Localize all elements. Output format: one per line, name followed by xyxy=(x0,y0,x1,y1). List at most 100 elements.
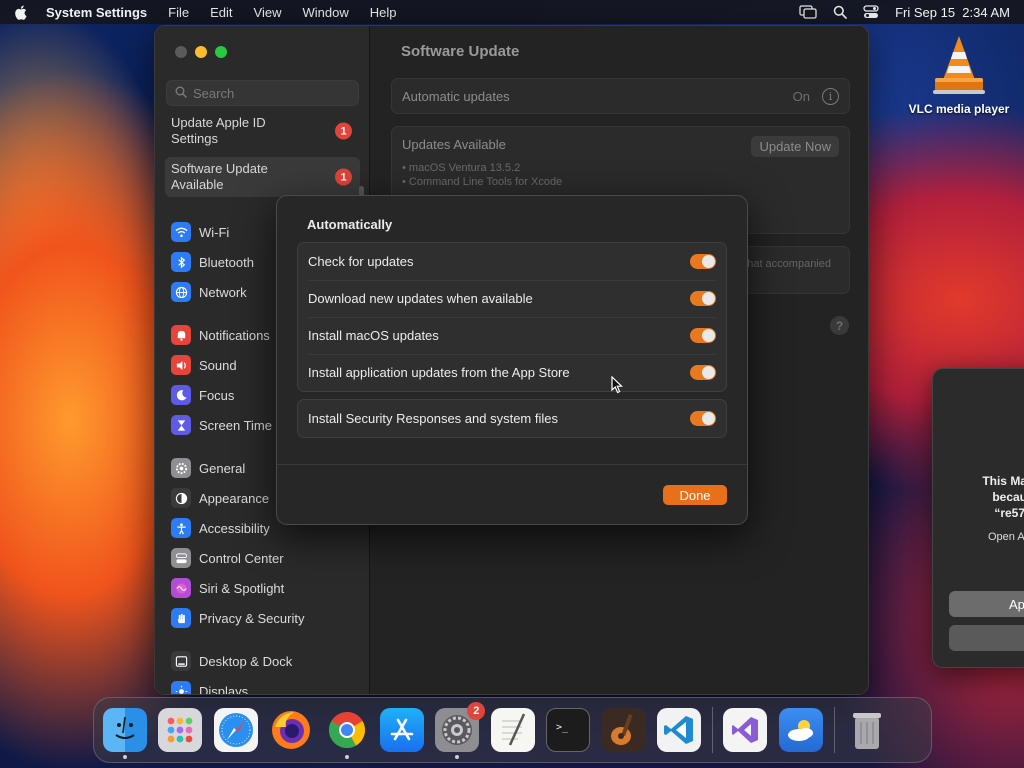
running-indicator xyxy=(455,755,460,759)
menu-app-name[interactable]: System Settings xyxy=(46,5,147,20)
dock-vscode[interactable] xyxy=(656,708,701,752)
dock-finder[interactable] xyxy=(103,708,147,759)
svg-text:>_: >_ xyxy=(556,722,569,733)
search-placeholder: Search xyxy=(193,85,235,101)
hand-icon xyxy=(171,608,191,628)
menu-bar: System Settings File Edit View Window He… xyxy=(0,0,1024,24)
update-item: • macOS Ventura 13.5.2 xyxy=(402,162,521,174)
dock-weather[interactable] xyxy=(778,708,823,752)
wifi-icon xyxy=(171,222,191,242)
launchpad-icon xyxy=(167,717,193,743)
menu-file[interactable]: File xyxy=(168,5,189,20)
updates-list: • macOS Ventura 13.5.2 • Command Line To… xyxy=(402,161,839,189)
menu-view[interactable]: View xyxy=(254,5,282,20)
sidebar-item-label: Displays xyxy=(199,683,249,695)
running-indicator xyxy=(123,755,127,759)
close-button[interactable] xyxy=(175,46,187,58)
dock-trash[interactable] xyxy=(845,708,889,752)
alert-line: “re579 xyxy=(994,506,1024,520)
done-button[interactable]: Done xyxy=(663,485,727,505)
toggle-row-security-responses: Install Security Responses and system fi… xyxy=(298,400,726,437)
sidebar-item-privacy-security[interactable]: Privacy & Security xyxy=(165,603,360,633)
sidebar-item-update-apple-id[interactable]: Update Apple ID Settings 1 xyxy=(165,112,360,151)
speaker-icon xyxy=(171,355,191,375)
automatic-updates-value: On xyxy=(792,88,810,104)
screen-mirroring-icon[interactable] xyxy=(799,5,817,19)
sidebar-item-label: Wi-Fi xyxy=(199,224,230,240)
desktop-icon-label: VLC media player xyxy=(908,102,1010,116)
alert-detail: Open A xyxy=(988,531,1024,543)
help-button[interactable]: ? xyxy=(830,316,849,335)
sidebar-item-label: Privacy & Security xyxy=(199,610,305,626)
siri-icon xyxy=(171,578,191,598)
sidebar-item-label: Software Update Available xyxy=(171,161,268,192)
menu-window[interactable]: Window xyxy=(302,5,348,20)
automatic-updates-sheet: Automatically Check for updates Download… xyxy=(276,195,748,525)
sidebar-item-displays[interactable]: Displays xyxy=(165,676,360,695)
dock-launchpad[interactable] xyxy=(158,708,203,752)
dock-terminal[interactable]: >_ xyxy=(546,708,591,752)
dock-app-store[interactable] xyxy=(379,708,424,752)
dock-textedit[interactable] xyxy=(490,708,535,752)
install-app-updates-switch[interactable] xyxy=(690,365,716,380)
dock-visual-studio[interactable] xyxy=(723,708,768,752)
install-macos-updates-switch[interactable] xyxy=(690,328,716,343)
sidebar-item-desktop-dock[interactable]: Desktop & Dock xyxy=(165,646,360,676)
toggle-label: Download new updates when available xyxy=(308,291,533,306)
dock-chrome[interactable] xyxy=(325,708,369,759)
alert-primary-button[interactable]: Ap xyxy=(949,591,1024,617)
sidebar-item-label: Bluetooth xyxy=(199,254,254,270)
control-center-icon[interactable] xyxy=(863,5,879,19)
sidebar-item-label: Siri & Spotlight xyxy=(199,580,285,596)
automatic-updates-row[interactable]: Automatic updates On i xyxy=(391,78,850,114)
info-icon[interactable]: i xyxy=(822,87,839,105)
download-updates-switch[interactable] xyxy=(690,291,716,306)
notification-badge: 2 xyxy=(467,702,486,720)
sidebar-item-label: General xyxy=(199,460,246,476)
dock-garageband[interactable] xyxy=(601,708,646,752)
visual-studio-icon xyxy=(732,717,759,743)
toggle-label: Check for updates xyxy=(308,254,414,269)
zoom-button[interactable] xyxy=(215,46,227,58)
menu-help[interactable]: Help xyxy=(370,5,397,20)
sidebar-item-label: Update Apple ID Settings xyxy=(171,115,266,146)
sidebar-item-label: Sound xyxy=(199,357,237,373)
app-store-icon xyxy=(390,718,414,741)
desktop-icon-vlc[interactable]: VLC media player xyxy=(900,34,1018,116)
spotlight-search-icon[interactable] xyxy=(833,5,847,19)
chrome-icon xyxy=(328,712,365,749)
notification-badge: 1 xyxy=(335,168,352,186)
sidebar-item-software-update-available[interactable]: Software Update Available 1 xyxy=(165,157,360,197)
guitar-icon xyxy=(610,713,633,745)
sidebar-item-label: Accessibility xyxy=(199,520,270,536)
automatic-updates-label: Automatic updates xyxy=(402,88,510,104)
running-indicator xyxy=(344,755,349,759)
sheet-title: Automatically xyxy=(307,217,393,232)
update-now-button[interactable]: Update Now xyxy=(751,136,839,157)
sidebar-item-control-center[interactable]: Control Center xyxy=(165,543,360,573)
apple-menu-icon[interactable] xyxy=(14,4,28,20)
toggle-row-download-updates: Download new updates when available xyxy=(298,280,726,317)
check-for-updates-switch[interactable] xyxy=(690,254,716,269)
sidebar-item-siri-spotlight[interactable]: Siri & Spotlight xyxy=(165,573,360,603)
dock-firefox[interactable] xyxy=(269,708,313,752)
security-responses-switch[interactable] xyxy=(690,411,716,426)
sidebar-search-input[interactable]: Search xyxy=(166,80,359,106)
window-controls xyxy=(175,46,227,58)
bluetooth-icon xyxy=(171,252,191,272)
minimize-button[interactable] xyxy=(195,46,207,58)
sidebar-item-label: Network xyxy=(199,284,247,300)
dock-icon xyxy=(171,651,191,671)
dock-safari[interactable] xyxy=(213,708,258,752)
dock-system-settings[interactable]: 2 xyxy=(435,702,486,759)
alert-secondary-button[interactable] xyxy=(949,625,1024,651)
globe-icon xyxy=(171,282,191,302)
hourglass-icon xyxy=(171,415,191,435)
menu-edit[interactable]: Edit xyxy=(210,5,232,20)
firefox-icon xyxy=(272,711,311,749)
toggle-label: Install Security Responses and system fi… xyxy=(308,411,558,426)
app-blocked-alert: This Mac c becaus “re579 Open A Ap xyxy=(932,368,1024,668)
sidebar-item-label: Appearance xyxy=(199,490,270,506)
search-icon xyxy=(175,86,187,101)
menubar-clock[interactable]: Fri Sep 15 2:34 AM xyxy=(895,5,1010,20)
